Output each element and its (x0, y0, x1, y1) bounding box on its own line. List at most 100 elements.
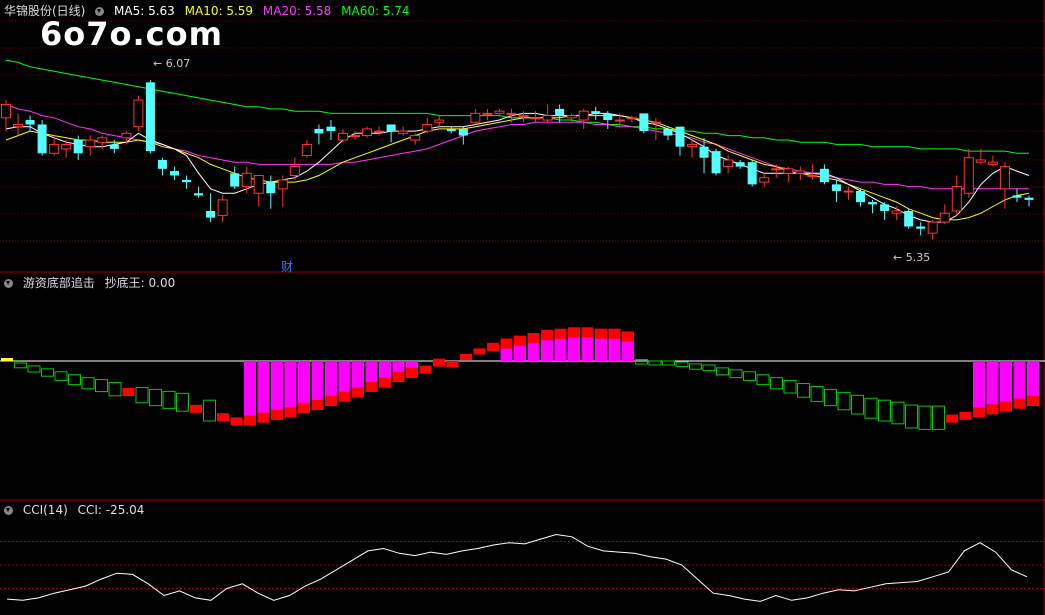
stock-panel-header: 华锦股份(日线) MA5: 5.63 MA10: 5.59 MA20: 5.58… (4, 4, 416, 18)
candle-body (771, 168, 782, 171)
red-cap (284, 407, 297, 417)
cci-title: CCI(14) (22, 503, 68, 517)
green-box-bar (68, 374, 81, 386)
green-box-bar (203, 399, 216, 422)
indicator-value: 抄底王: 0.00 (104, 276, 176, 290)
green-box-bar (648, 360, 662, 366)
green-box-bar (14, 362, 27, 369)
green-box-bar (743, 371, 756, 381)
candle-body (37, 124, 47, 154)
candle-body (856, 191, 866, 203)
green-box-bar (95, 379, 108, 393)
stock-title: 华锦股份(日线) (4, 4, 86, 18)
candle-body (735, 162, 745, 167)
green-box-bar (662, 360, 675, 366)
candle-body (169, 171, 179, 176)
red-bar (473, 348, 486, 355)
candle-body (663, 128, 673, 136)
candle-body (494, 110, 505, 114)
candle-body (675, 126, 685, 147)
green-box-bar (689, 363, 702, 370)
red-cap (271, 409, 283, 420)
candle-body (482, 112, 493, 115)
green-box-bar (783, 380, 797, 394)
red-bar (487, 342, 499, 351)
red-cap (406, 367, 418, 378)
red-cap (595, 328, 607, 339)
indicator-panel-header: 游资底部追击 抄底王: 0.00 (4, 276, 181, 290)
red-cap (352, 387, 364, 398)
panel-menu-icon[interactable] (4, 506, 13, 515)
candle-body (650, 121, 661, 124)
green-box-bar (162, 390, 176, 409)
candle-body (109, 144, 119, 149)
candle-body (386, 124, 396, 132)
candle-body (277, 179, 288, 190)
low-marker: ← 5.35 (893, 251, 930, 264)
candle-body (446, 128, 456, 132)
green-box-bar (27, 365, 41, 373)
candle-body (795, 170, 806, 174)
finance-marker[interactable]: 财 (281, 258, 293, 275)
candle-body (217, 199, 228, 216)
candle-body (230, 173, 240, 187)
low-marker-value: 5.35 (905, 251, 931, 264)
red-bar (122, 388, 135, 396)
red-cap (581, 327, 594, 338)
ma10-label: MA10: 5.59 (184, 4, 254, 18)
candle-body (374, 130, 385, 133)
high-marker-value: 6.07 (165, 57, 191, 70)
candle-body (398, 130, 409, 134)
candle-body (904, 210, 914, 227)
cci-line (6, 533, 1028, 602)
indicator-bars (1, 327, 1039, 430)
green-box-bar (797, 383, 810, 398)
grid-lines (0, 0, 1045, 615)
candle-body (723, 159, 734, 168)
ma20-label: MA20: 5.58 (262, 4, 332, 18)
green-box-bar (716, 367, 729, 376)
candle-body (206, 210, 216, 218)
candle-body (49, 143, 60, 154)
red-bar (959, 411, 972, 420)
red-cap (514, 335, 526, 346)
watermark: 6o7o.com (40, 15, 223, 53)
candle-body (434, 119, 445, 123)
candle-body (1012, 195, 1022, 198)
red-cap (1000, 401, 1012, 412)
green-box-bar (918, 405, 932, 430)
red-cap (541, 330, 553, 341)
candle-body (25, 120, 35, 125)
candle-body (73, 140, 83, 154)
candle-body (301, 143, 312, 157)
green-box-bar (675, 361, 689, 367)
candle-body (542, 115, 553, 121)
candle-body (699, 146, 709, 158)
candle-body (530, 117, 541, 120)
green-box-bar (810, 385, 824, 402)
candle-body (831, 184, 841, 192)
candle-body (614, 119, 625, 122)
arrow-icon: ← (153, 57, 163, 70)
candle-body (97, 137, 108, 143)
candle-body (13, 123, 24, 128)
candle-body (927, 221, 938, 234)
moving-average-lines (5, 59, 1030, 223)
candle-body (975, 159, 986, 163)
panel-menu-icon[interactable] (4, 279, 13, 288)
green-box-bar (756, 374, 770, 386)
candle-body (145, 82, 155, 152)
yellow-bar (1, 358, 13, 361)
green-box-bar (824, 388, 837, 407)
candle-body (578, 110, 589, 121)
panel-menu-icon[interactable] (95, 7, 105, 16)
candle-body (470, 112, 481, 123)
candle-body (963, 157, 974, 194)
red-cap (500, 338, 513, 349)
red-cap (325, 395, 337, 406)
red-bar (230, 417, 243, 426)
candle-body (241, 172, 252, 188)
red-cap (244, 415, 256, 426)
candle-body (639, 113, 649, 132)
candle-body (591, 111, 601, 114)
